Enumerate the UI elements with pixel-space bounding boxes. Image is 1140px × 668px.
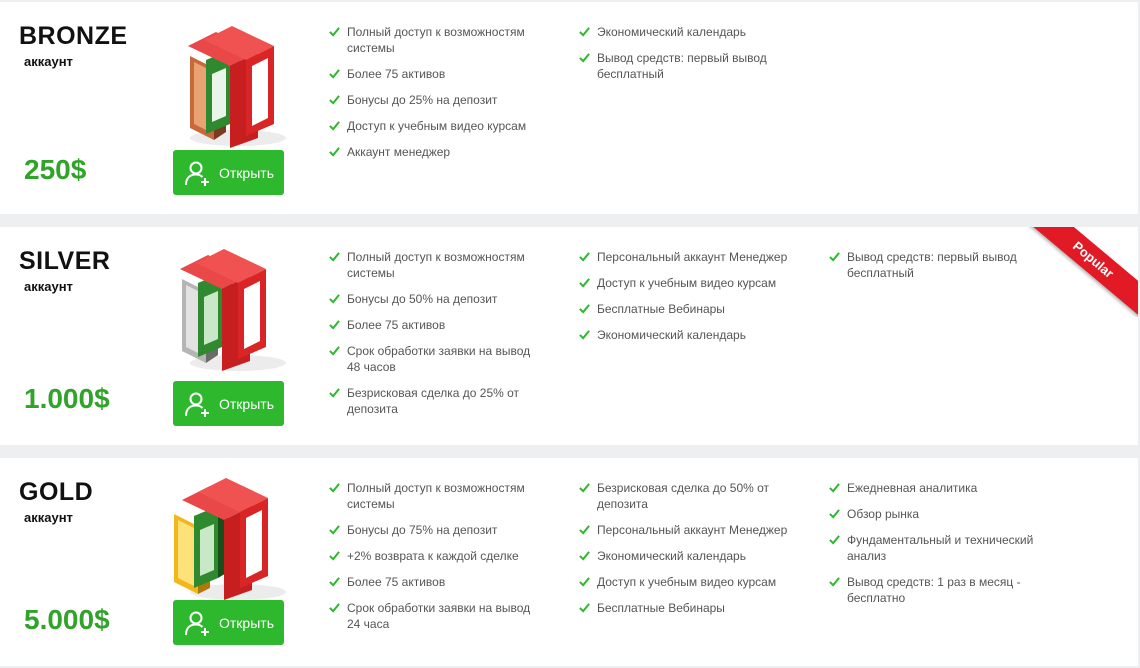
check-icon xyxy=(829,577,840,587)
feature-item: Полный доступ к возможностям системы xyxy=(329,24,544,56)
check-icon xyxy=(329,525,340,535)
check-icon xyxy=(329,95,340,105)
check-icon xyxy=(579,551,590,561)
popular-ribbon-label: Popular xyxy=(1028,227,1138,317)
feature-item: Более 75 активов xyxy=(329,574,544,590)
check-icon xyxy=(829,509,840,519)
check-icon xyxy=(329,320,340,330)
features-column-2: Персональный аккаунт Менеджер Доступ к у… xyxy=(579,249,794,353)
plan-card-silver: SILVER аккаунт 1.000$ Открыть Полный дос… xyxy=(0,227,1138,445)
check-icon xyxy=(329,577,340,587)
plan-price: 1.000$ xyxy=(24,383,110,414)
feature-item: Экономический календарь xyxy=(579,548,794,564)
feature-item: Бонусы до 75% на депозит xyxy=(329,522,544,538)
open-account-label: Открыть xyxy=(219,164,274,181)
check-icon xyxy=(329,483,340,493)
feature-item: Вывод средств: 1 раз в месяц - бесплатно xyxy=(829,574,1044,606)
feature-item: Безрисковая сделка до 50% от депозита xyxy=(579,480,794,512)
feature-item: Бесплатные Вебинары xyxy=(579,301,794,317)
plan-card-bronze: BRONZE аккаунт 250$ Открыть Полный досту… xyxy=(0,2,1138,214)
feature-item: Бесплатные Вебинары xyxy=(579,600,794,616)
features-column-2: Экономический календарь Вывод средств: п… xyxy=(579,24,794,92)
plan-title: GOLD xyxy=(19,478,94,506)
check-icon xyxy=(579,27,590,37)
check-icon xyxy=(579,53,590,63)
plan-subtitle: аккаунт xyxy=(24,510,73,525)
check-icon xyxy=(829,535,840,545)
open-account-button[interactable]: Открыть xyxy=(173,150,284,195)
plan-title: SILVER xyxy=(19,247,111,275)
add-user-icon xyxy=(185,611,209,636)
feature-item: Доступ к учебным видео курсам xyxy=(329,118,544,134)
check-icon xyxy=(579,525,590,535)
silver-cube-logo xyxy=(180,249,286,371)
features-column-1: Полный доступ к возможностям системы Бон… xyxy=(329,480,544,642)
check-icon xyxy=(329,603,340,613)
feature-item: Срок обработки заявки на вывод 48 часов xyxy=(329,343,544,375)
bronze-cube-logo xyxy=(188,26,286,148)
feature-item: Бонусы до 25% на депозит xyxy=(329,92,544,108)
feature-item: Экономический календарь xyxy=(579,24,794,40)
feature-item: Безрисковая сделка до 25% от депозита xyxy=(329,385,544,417)
feature-item: Аккаунт менеджер xyxy=(329,144,544,160)
open-account-button[interactable]: Открыть xyxy=(173,381,284,426)
plan-card-gold: GOLD аккаунт 5.000$ Открыть Полный досту… xyxy=(0,458,1138,666)
plan-subtitle: аккаунт xyxy=(24,54,73,69)
open-account-label: Открыть xyxy=(219,614,274,631)
feature-item: Более 75 активов xyxy=(329,66,544,82)
features-column-3: Вывод средств: первый вывод бесплатный xyxy=(829,249,1044,291)
feature-item: Более 75 активов xyxy=(329,317,544,333)
check-icon xyxy=(579,278,590,288)
feature-item: Доступ к учебным видео курсам xyxy=(579,574,794,590)
feature-item: Фундаментальный и технический анализ xyxy=(829,532,1044,564)
feature-item: Персональный аккаунт Менеджер xyxy=(579,249,794,265)
feature-item: Полный доступ к возможностям системы xyxy=(329,249,544,281)
open-account-label: Открыть xyxy=(219,395,274,412)
feature-item: +2% возврата к каждой сделке xyxy=(329,548,544,564)
check-icon xyxy=(329,69,340,79)
feature-item: Обзор рынка xyxy=(829,506,1044,522)
check-icon xyxy=(579,603,590,613)
check-icon xyxy=(329,27,340,37)
check-icon xyxy=(579,483,590,493)
check-icon xyxy=(829,252,840,262)
check-icon xyxy=(329,388,340,398)
check-icon xyxy=(329,294,340,304)
feature-item: Экономический календарь xyxy=(579,327,794,343)
feature-item: Срок обработки заявки на вывод 24 часа xyxy=(329,600,544,632)
features-column-2: Безрисковая сделка до 50% от депозита Пе… xyxy=(579,480,794,626)
feature-item: Полный доступ к возможностям системы xyxy=(329,480,544,512)
check-icon xyxy=(579,304,590,314)
feature-item: Вывод средств: первый вывод бесплатный xyxy=(579,50,794,82)
check-icon xyxy=(329,147,340,157)
open-account-button[interactable]: Открыть xyxy=(173,600,284,645)
feature-item: Доступ к учебным видео курсам xyxy=(579,275,794,291)
popular-ribbon: Popular xyxy=(1028,227,1138,317)
feature-item: Бонусы до 50% на депозит xyxy=(329,291,544,307)
check-icon xyxy=(329,346,340,356)
gold-cube-logo xyxy=(174,478,286,600)
features-column-1: Полный доступ к возможностям системы Бол… xyxy=(329,24,544,170)
check-icon xyxy=(579,577,590,587)
check-icon xyxy=(329,252,340,262)
feature-item: Персональный аккаунт Менеджер xyxy=(579,522,794,538)
add-user-icon xyxy=(185,392,209,417)
check-icon xyxy=(329,551,340,561)
check-icon xyxy=(829,483,840,493)
check-icon xyxy=(579,330,590,340)
features-column-1: Полный доступ к возможностям системы Бон… xyxy=(329,249,544,427)
feature-item: Вывод средств: первый вывод бесплатный xyxy=(829,249,1044,281)
check-icon xyxy=(329,121,340,131)
plan-price: 250$ xyxy=(24,154,87,185)
add-user-icon xyxy=(185,161,209,186)
feature-item: Ежедневная аналитика xyxy=(829,480,1044,496)
features-column-3: Ежедневная аналитика Обзор рынка Фундаме… xyxy=(829,480,1044,616)
plan-price: 5.000$ xyxy=(24,604,110,635)
plan-subtitle: аккаунт xyxy=(24,279,73,294)
check-icon xyxy=(579,252,590,262)
plan-title: BRONZE xyxy=(19,22,128,50)
